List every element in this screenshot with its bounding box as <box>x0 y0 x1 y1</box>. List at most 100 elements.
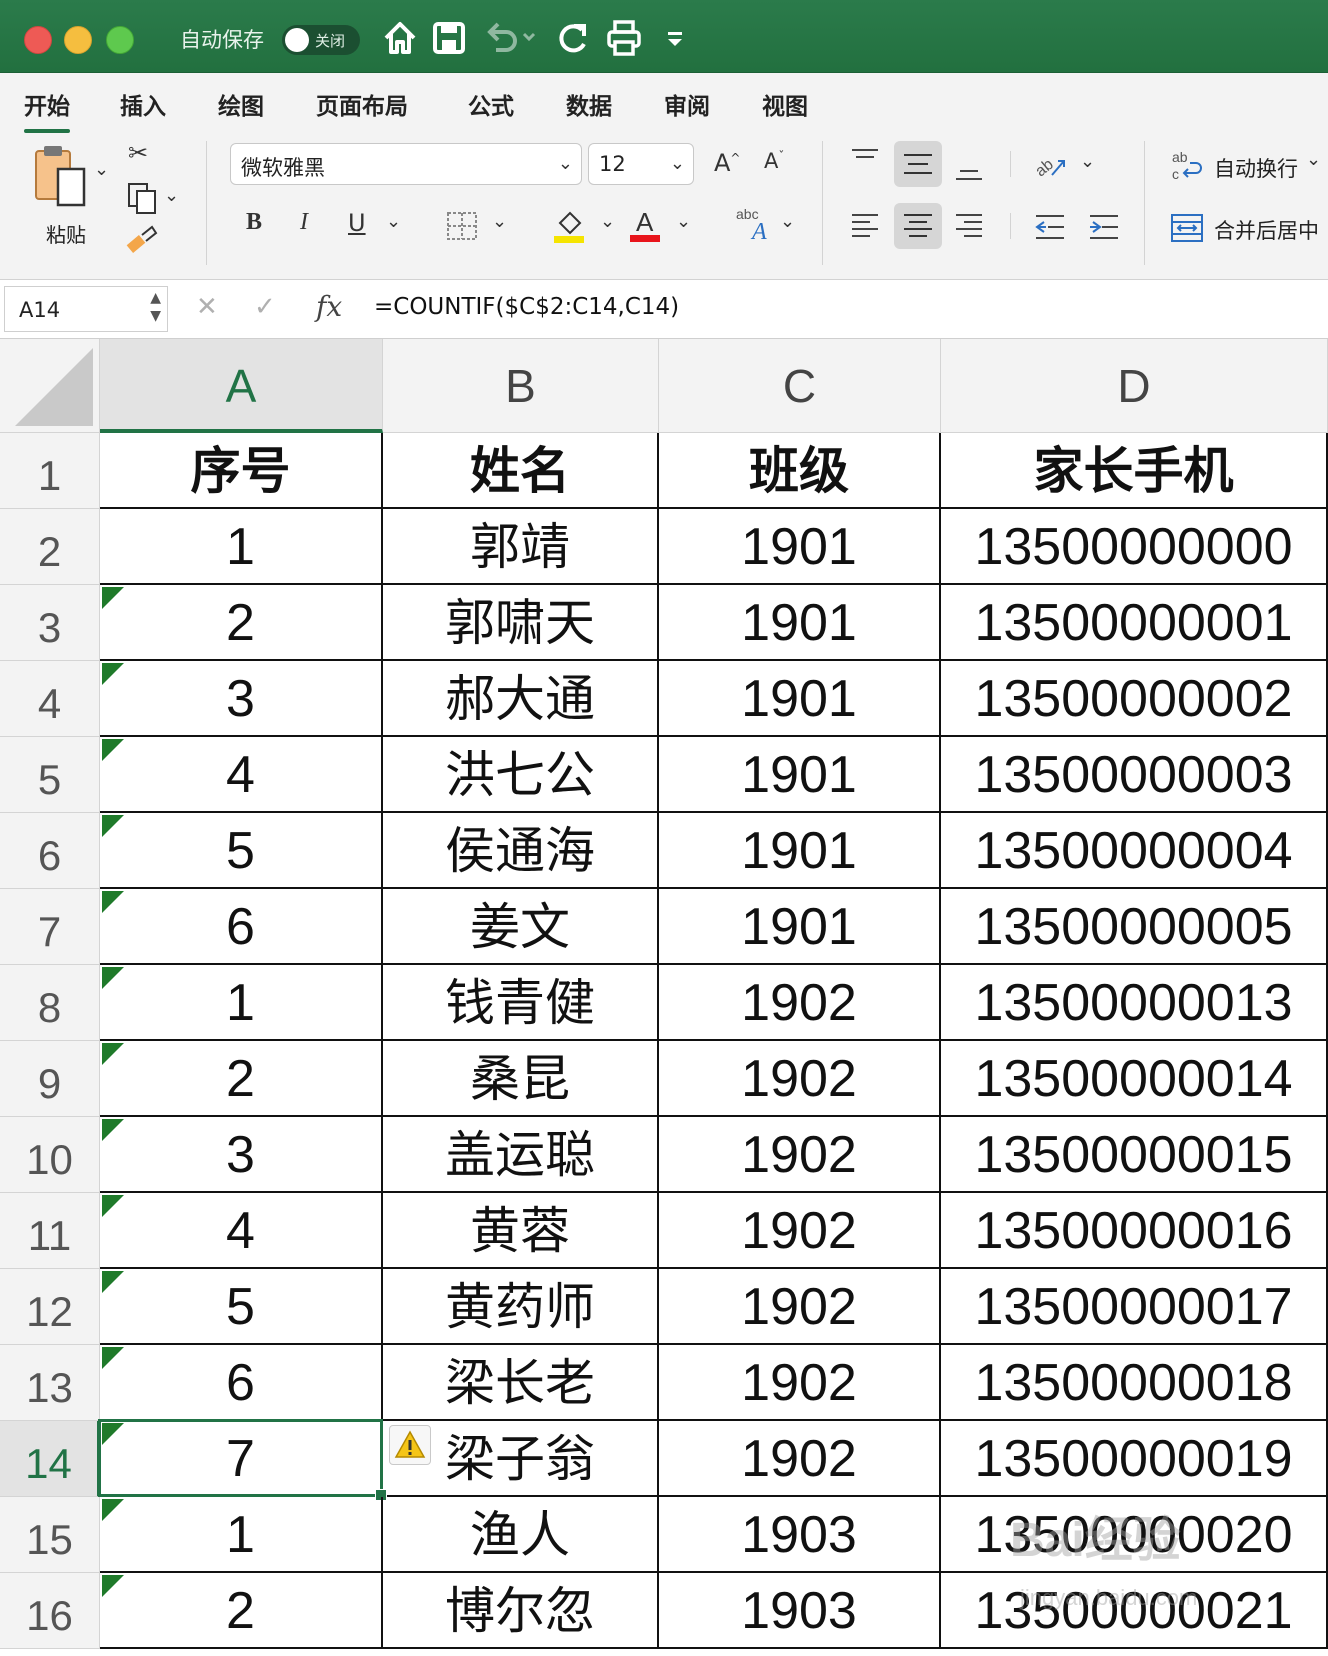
cell-d7[interactable]: 13500000005 <box>941 889 1328 965</box>
cell-c8[interactable]: 1902 <box>659 965 941 1041</box>
cell-b15[interactable]: 渔人 <box>383 1497 659 1573</box>
cell-d2[interactable]: 13500000000 <box>941 509 1328 585</box>
row-header-8[interactable]: 8 <box>0 965 100 1041</box>
autosave-toggle[interactable]: 关闭 <box>282 25 360 55</box>
row-header-5[interactable]: 5 <box>0 737 100 813</box>
row-header-4[interactable]: 4 <box>0 661 100 737</box>
merge-center-label[interactable]: 合并后居中 <box>1214 215 1319 245</box>
phonetic-guide-icon[interactable]: abc A <box>734 205 774 247</box>
cell-d1[interactable]: 家长手机 <box>941 433 1328 509</box>
formula-input[interactable]: =COUNTIF($C$2:C14,C14) <box>374 294 679 320</box>
format-painter-icon[interactable] <box>124 225 158 263</box>
cell-a7[interactable]: 6 <box>100 889 383 965</box>
cell-c14[interactable]: 1902 <box>659 1421 941 1497</box>
cell-a9[interactable]: 2 <box>100 1041 383 1117</box>
cell-c3[interactable]: 1901 <box>659 585 941 661</box>
cell-c10[interactable]: 1902 <box>659 1117 941 1193</box>
customize-toolbar-icon[interactable] <box>664 18 686 58</box>
cell-a3[interactable]: 2 <box>100 585 383 661</box>
cell-a4[interactable]: 3 <box>100 661 383 737</box>
tab-insert[interactable]: 插入 <box>120 87 166 121</box>
increase-font-size-icon[interactable]: A^ <box>714 149 740 177</box>
cell-c4[interactable]: 1901 <box>659 661 941 737</box>
column-header-c[interactable]: C <box>659 339 941 433</box>
cell-c2[interactable]: 1901 <box>659 509 941 585</box>
row-header-9[interactable]: 9 <box>0 1041 100 1117</box>
cell-d5[interactable]: 13500000003 <box>941 737 1328 813</box>
cell-c13[interactable]: 1902 <box>659 1345 941 1421</box>
column-header-d[interactable]: D <box>941 339 1328 433</box>
cell-c6[interactable]: 1901 <box>659 813 941 889</box>
column-header-b[interactable]: B <box>383 339 659 433</box>
name-box[interactable]: A14 ▲ ▼ <box>4 286 168 332</box>
cell-c5[interactable]: 1901 <box>659 737 941 813</box>
borders-icon[interactable] <box>446 211 478 245</box>
increase-indent-icon[interactable] <box>1088 213 1120 245</box>
cell-b4[interactable]: 郝大通 <box>383 661 659 737</box>
row-header-13[interactable]: 13 <box>0 1345 100 1421</box>
cell-b11[interactable]: 黄蓉 <box>383 1193 659 1269</box>
cell-b5[interactable]: 洪七公 <box>383 737 659 813</box>
cell-c7[interactable]: 1901 <box>659 889 941 965</box>
orientation-dropdown-icon[interactable]: ⌄ <box>1080 151 1095 172</box>
merge-center-icon[interactable] <box>1170 213 1204 247</box>
select-all-corner[interactable] <box>0 339 100 433</box>
wrap-text-dropdown-icon[interactable]: ⌄ <box>1306 149 1321 170</box>
phonetic-dropdown-icon[interactable]: ⌄ <box>780 211 795 232</box>
paste-dropdown-icon[interactable]: ⌄ <box>94 159 109 180</box>
cell-a8[interactable]: 1 <box>100 965 383 1041</box>
row-header-2[interactable]: 2 <box>0 509 100 585</box>
cell-b10[interactable]: 盖运聪 <box>383 1117 659 1193</box>
copy-dropdown-icon[interactable]: ⌄ <box>164 185 179 206</box>
tab-draw[interactable]: 绘图 <box>218 87 264 121</box>
undo-icon[interactable] <box>480 18 540 58</box>
cell-d14[interactable]: 13500000019 <box>941 1421 1328 1497</box>
row-header-16[interactable]: 16 <box>0 1573 100 1649</box>
cell-b16[interactable]: 博尔忽 <box>383 1573 659 1649</box>
cell-c9[interactable]: 1902 <box>659 1041 941 1117</box>
cell-d3[interactable]: 13500000001 <box>941 585 1328 661</box>
print-icon[interactable] <box>606 18 642 58</box>
wrap-text-icon[interactable]: ab c <box>1170 149 1204 187</box>
minimize-window-button[interactable] <box>64 26 92 54</box>
cell-c11[interactable]: 1902 <box>659 1193 941 1269</box>
cell-c12[interactable]: 1902 <box>659 1269 941 1345</box>
font-color-icon[interactable]: A <box>628 205 662 247</box>
cell-d8[interactable]: 13500000013 <box>941 965 1328 1041</box>
row-header-10[interactable]: 10 <box>0 1117 100 1193</box>
worksheet-grid[interactable]: A B C D 1 序号 姓名 班级 家长手机 2 1 郭靖 1901 13500000000 3 2 郭啸天 1… <box>0 339 1328 1656</box>
warning-icon[interactable] <box>389 1425 431 1465</box>
cell-c15[interactable]: 1903 <box>659 1497 941 1573</box>
cell-a15[interactable]: 1 <box>100 1497 383 1573</box>
underline-dropdown-icon[interactable]: ⌄ <box>386 211 401 232</box>
font-name-select[interactable]: 微软雅黑 ⌄ <box>230 143 582 185</box>
row-header-6[interactable]: 6 <box>0 813 100 889</box>
cell-d12[interactable]: 13500000017 <box>941 1269 1328 1345</box>
tab-data[interactable]: 数据 <box>566 87 612 121</box>
insert-function-icon[interactable]: fx <box>316 290 342 323</box>
decrease-indent-icon[interactable] <box>1034 213 1066 245</box>
cell-a5[interactable]: 4 <box>100 737 383 813</box>
cell-b12[interactable]: 黄药师 <box>383 1269 659 1345</box>
align-right-icon[interactable] <box>954 211 984 245</box>
cell-b13[interactable]: 梁长老 <box>383 1345 659 1421</box>
row-header-14[interactable]: 14 <box>0 1421 100 1497</box>
cancel-formula-icon[interactable]: ✕ <box>196 292 218 322</box>
cell-a11[interactable]: 4 <box>100 1193 383 1269</box>
font-size-select[interactable]: 12 ⌄ <box>588 143 694 185</box>
wrap-text-label[interactable]: 自动换行 <box>1214 153 1298 183</box>
paste-icon[interactable] <box>32 143 92 217</box>
redo-icon[interactable] <box>556 18 592 58</box>
decrease-font-size-icon[interactable]: Aˇ <box>764 149 784 173</box>
cell-b8[interactable]: 钱青健 <box>383 965 659 1041</box>
tab-home[interactable]: 开始 <box>24 87 70 133</box>
cell-b1[interactable]: 姓名 <box>383 433 659 509</box>
row-header-15[interactable]: 15 <box>0 1497 100 1573</box>
cut-icon[interactable]: ✂ <box>128 139 148 167</box>
cell-c1[interactable]: 班级 <box>659 433 941 509</box>
close-window-button[interactable] <box>24 26 52 54</box>
row-header-3[interactable]: 3 <box>0 585 100 661</box>
enter-formula-icon[interactable]: ✓ <box>254 292 276 322</box>
tab-formulas[interactable]: 公式 <box>468 87 514 121</box>
cell-a10[interactable]: 3 <box>100 1117 383 1193</box>
